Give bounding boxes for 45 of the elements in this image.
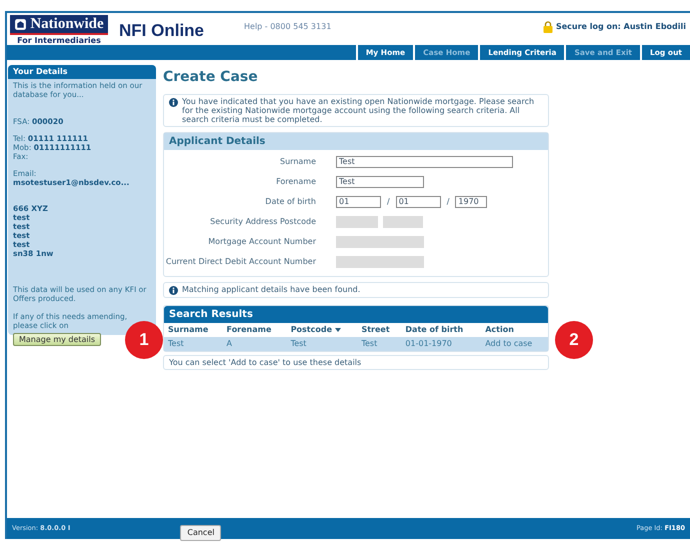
page-title: Create Case — [163, 68, 259, 87]
product-title: NFI Online — [119, 20, 204, 42]
field-label: Mortgage Account Number — [207, 236, 317, 248]
secure-login-text: Secure log on: Austin Ebodili — [556, 21, 686, 33]
info-icon — [169, 286, 178, 295]
field-label: Forename — [275, 176, 317, 188]
table-cell: Test — [357, 337, 402, 351]
sort-caret-icon[interactable] — [335, 328, 342, 332]
table-cell: Test — [164, 337, 223, 351]
cancel-button[interactable]: Cancel — [180, 524, 222, 540]
input-field[interactable]: Test — [336, 176, 424, 188]
input-field[interactable]: 01 — [396, 196, 441, 208]
callout-marker: 1 — [125, 321, 163, 359]
column-header: Date of birth — [401, 323, 482, 337]
column-header: Surname — [164, 323, 223, 337]
hint-message: You can select 'Add to case' to use these details — [163, 355, 549, 370]
column-header-text[interactable]: Postcode — [290, 325, 332, 334]
column-header: Street — [357, 323, 402, 337]
field-label: Current Direct Debit Account Number — [164, 256, 317, 268]
field-label: Date of birth — [264, 196, 317, 208]
input-field[interactable]: Test — [336, 156, 513, 168]
date-separator: / — [387, 196, 390, 208]
table-cell: 01-01-1970 — [401, 337, 482, 351]
help-phone: Help - 0800 545 3131 — [244, 21, 332, 33]
building-icon — [14, 18, 28, 30]
panel-title: Search Results — [164, 306, 548, 323]
column-header: Action — [481, 323, 548, 337]
padlock-icon — [542, 21, 553, 33]
manage-details-button[interactable]: Manage my details — [13, 333, 102, 346]
sidebar-title: Your Details — [8, 65, 156, 79]
field-label: Surname — [279, 156, 317, 168]
input-field[interactable]: 01 — [336, 196, 381, 208]
field-label: Security Address Postcode — [209, 216, 317, 228]
input-field[interactable]: 1970 — [455, 196, 488, 208]
table-cell: A — [222, 337, 287, 351]
column-header: Forename — [222, 323, 287, 337]
brand-name: Nationwide — [30, 15, 104, 33]
brand-tagline: For Intermediaries — [17, 35, 101, 47]
callout-marker: 2 — [555, 321, 593, 359]
info-icon — [169, 98, 178, 107]
status-text: Matching applicant details have been found. — [182, 285, 360, 295]
panel-title: Applicant Details — [164, 133, 548, 150]
date-separator: / — [446, 196, 450, 208]
info-text: You have indicated that you have an existing open Nationwide mortgage. Please search for the existing Nationwide mortgage account using the following search criteria. All search criteria must be completed. — [182, 97, 536, 124]
table-cell: Test — [286, 337, 358, 351]
